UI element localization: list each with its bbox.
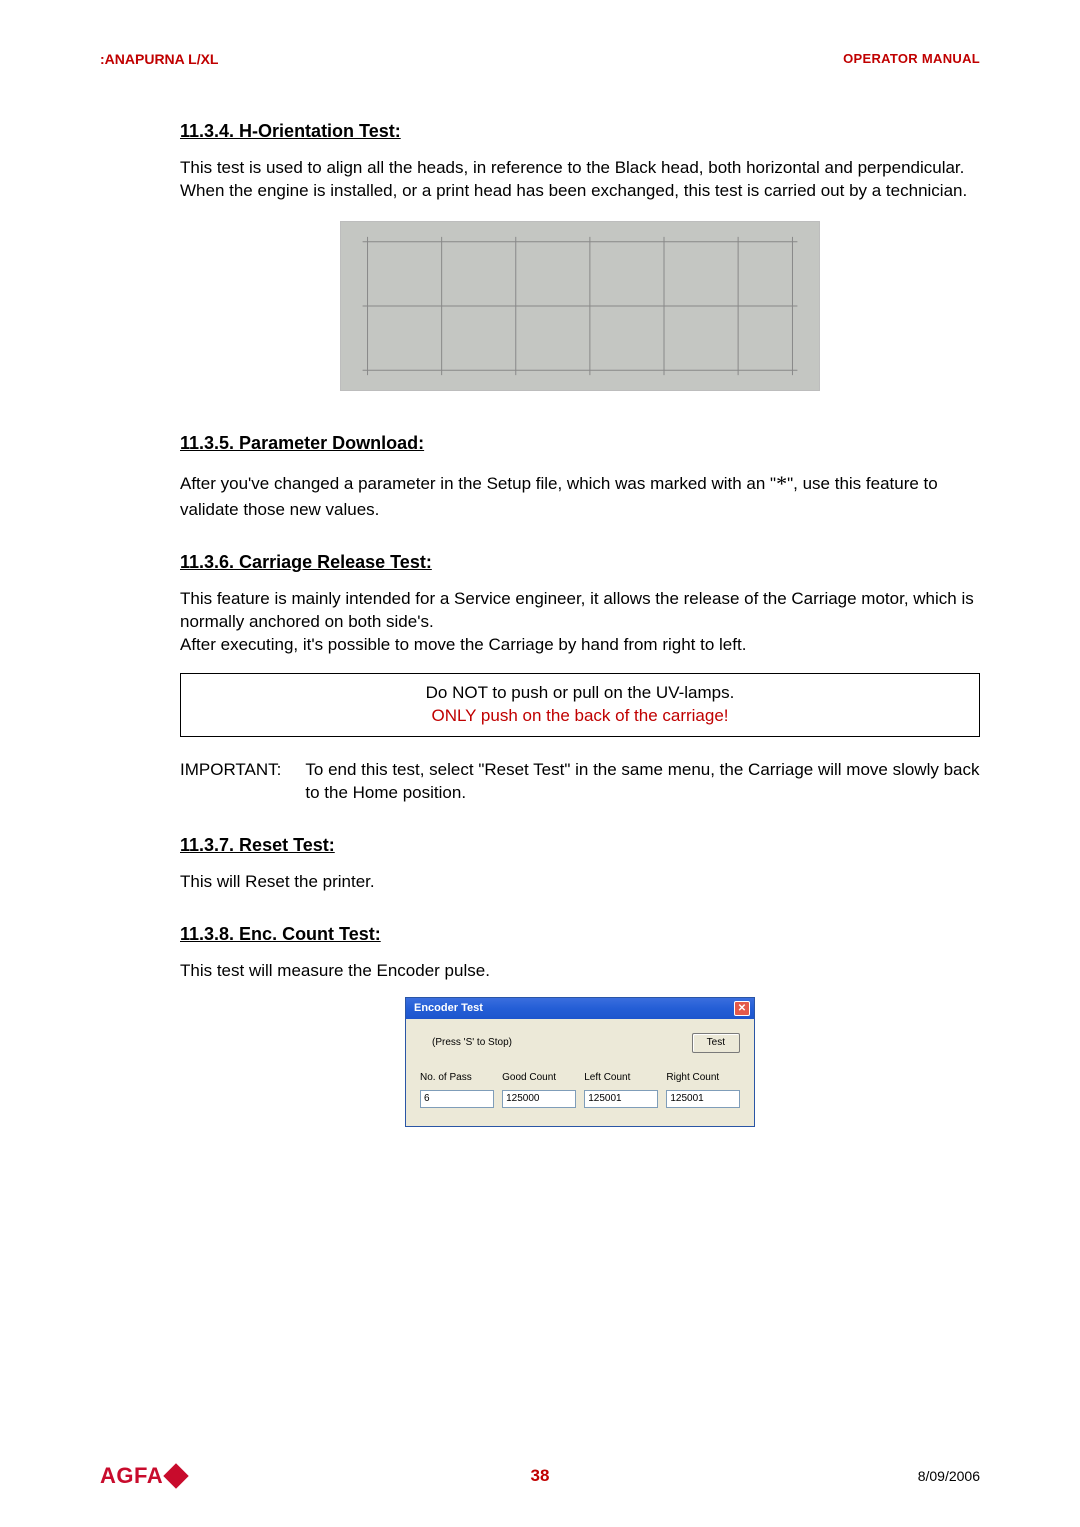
agfa-text: AGFA <box>100 1461 163 1491</box>
encoder-test-dialog: Encoder Test ✕ (Press 'S' to Stop) Test … <box>405 997 755 1127</box>
text: This feature is mainly intended for a Se… <box>180 589 974 631</box>
text: When the engine is installed, or a print… <box>180 181 967 200</box>
pass-value[interactable]: 6 <box>420 1090 494 1108</box>
alignment-pattern-image <box>340 221 820 391</box>
heading-reset-test: 11.3.7. Reset Test: <box>180 833 980 857</box>
paragraph: After you've changed a parameter in the … <box>180 469 980 522</box>
page-footer: AGFA 38 8/09/2006 <box>100 1461 980 1491</box>
dialog-titlebar: Encoder Test ✕ <box>406 998 754 1019</box>
warning-box: Do NOT to push or pull on the UV-lamps. … <box>180 673 980 737</box>
text: After you've changed a parameter in the … <box>180 474 776 493</box>
test-button[interactable]: Test <box>692 1033 740 1053</box>
col-label-pass: No. of Pass <box>420 1071 494 1085</box>
footer-date: 8/09/2006 <box>918 1467 980 1486</box>
star-symbol: * <box>776 471 787 496</box>
paragraph: This test will measure the Encoder pulse… <box>180 960 980 983</box>
warning-line-1: Do NOT to push or pull on the UV-lamps. <box>191 682 969 705</box>
text: After executing, it's possible to move t… <box>180 635 746 654</box>
document-type: OPERATOR MANUAL <box>843 50 980 69</box>
good-value[interactable]: 125000 <box>502 1090 576 1108</box>
heading-h-orientation: 11.3.4. H-Orientation Test: <box>180 119 980 143</box>
heading-carriage-release: 11.3.6. Carriage Release Test: <box>180 550 980 574</box>
heading-parameter-download: 11.3.5. Parameter Download: <box>180 431 980 455</box>
left-value[interactable]: 125001 <box>584 1090 658 1108</box>
page-header: :ANAPURNA L/XL OPERATOR MANUAL <box>100 50 980 69</box>
col-label-good: Good Count <box>502 1071 576 1085</box>
page-number: 38 <box>531 1465 550 1488</box>
dialog-hint: (Press 'S' to Stop) <box>432 1036 512 1050</box>
right-value[interactable]: 125001 <box>666 1090 740 1108</box>
page-content: 11.3.4. H-Orientation Test: This test is… <box>180 119 980 1127</box>
agfa-logo: AGFA <box>100 1461 185 1491</box>
important-note: IMPORTANT: To end this test, select "Res… <box>180 759 980 805</box>
paragraph: This feature is mainly intended for a Se… <box>180 588 980 657</box>
paragraph: This test is used to align all the heads… <box>180 157 980 203</box>
dialog-title: Encoder Test <box>414 1001 483 1016</box>
important-text: To end this test, select "Reset Test" in… <box>305 759 980 805</box>
col-label-left: Left Count <box>584 1071 658 1085</box>
heading-enc-count: 11.3.8. Enc. Count Test: <box>180 922 980 946</box>
text: This test is used to align all the heads… <box>180 158 964 177</box>
col-label-right: Right Count <box>666 1071 740 1085</box>
dialog-body: (Press 'S' to Stop) Test No. of Pass Goo… <box>406 1019 754 1126</box>
warning-line-2: ONLY push on the back of the carriage! <box>191 705 969 728</box>
close-icon[interactable]: ✕ <box>734 1001 750 1016</box>
product-name: :ANAPURNA L/XL <box>100 50 218 69</box>
paragraph: This will Reset the printer. <box>180 871 980 894</box>
agfa-diamond-icon <box>163 1463 188 1488</box>
important-label: IMPORTANT: <box>180 759 281 805</box>
